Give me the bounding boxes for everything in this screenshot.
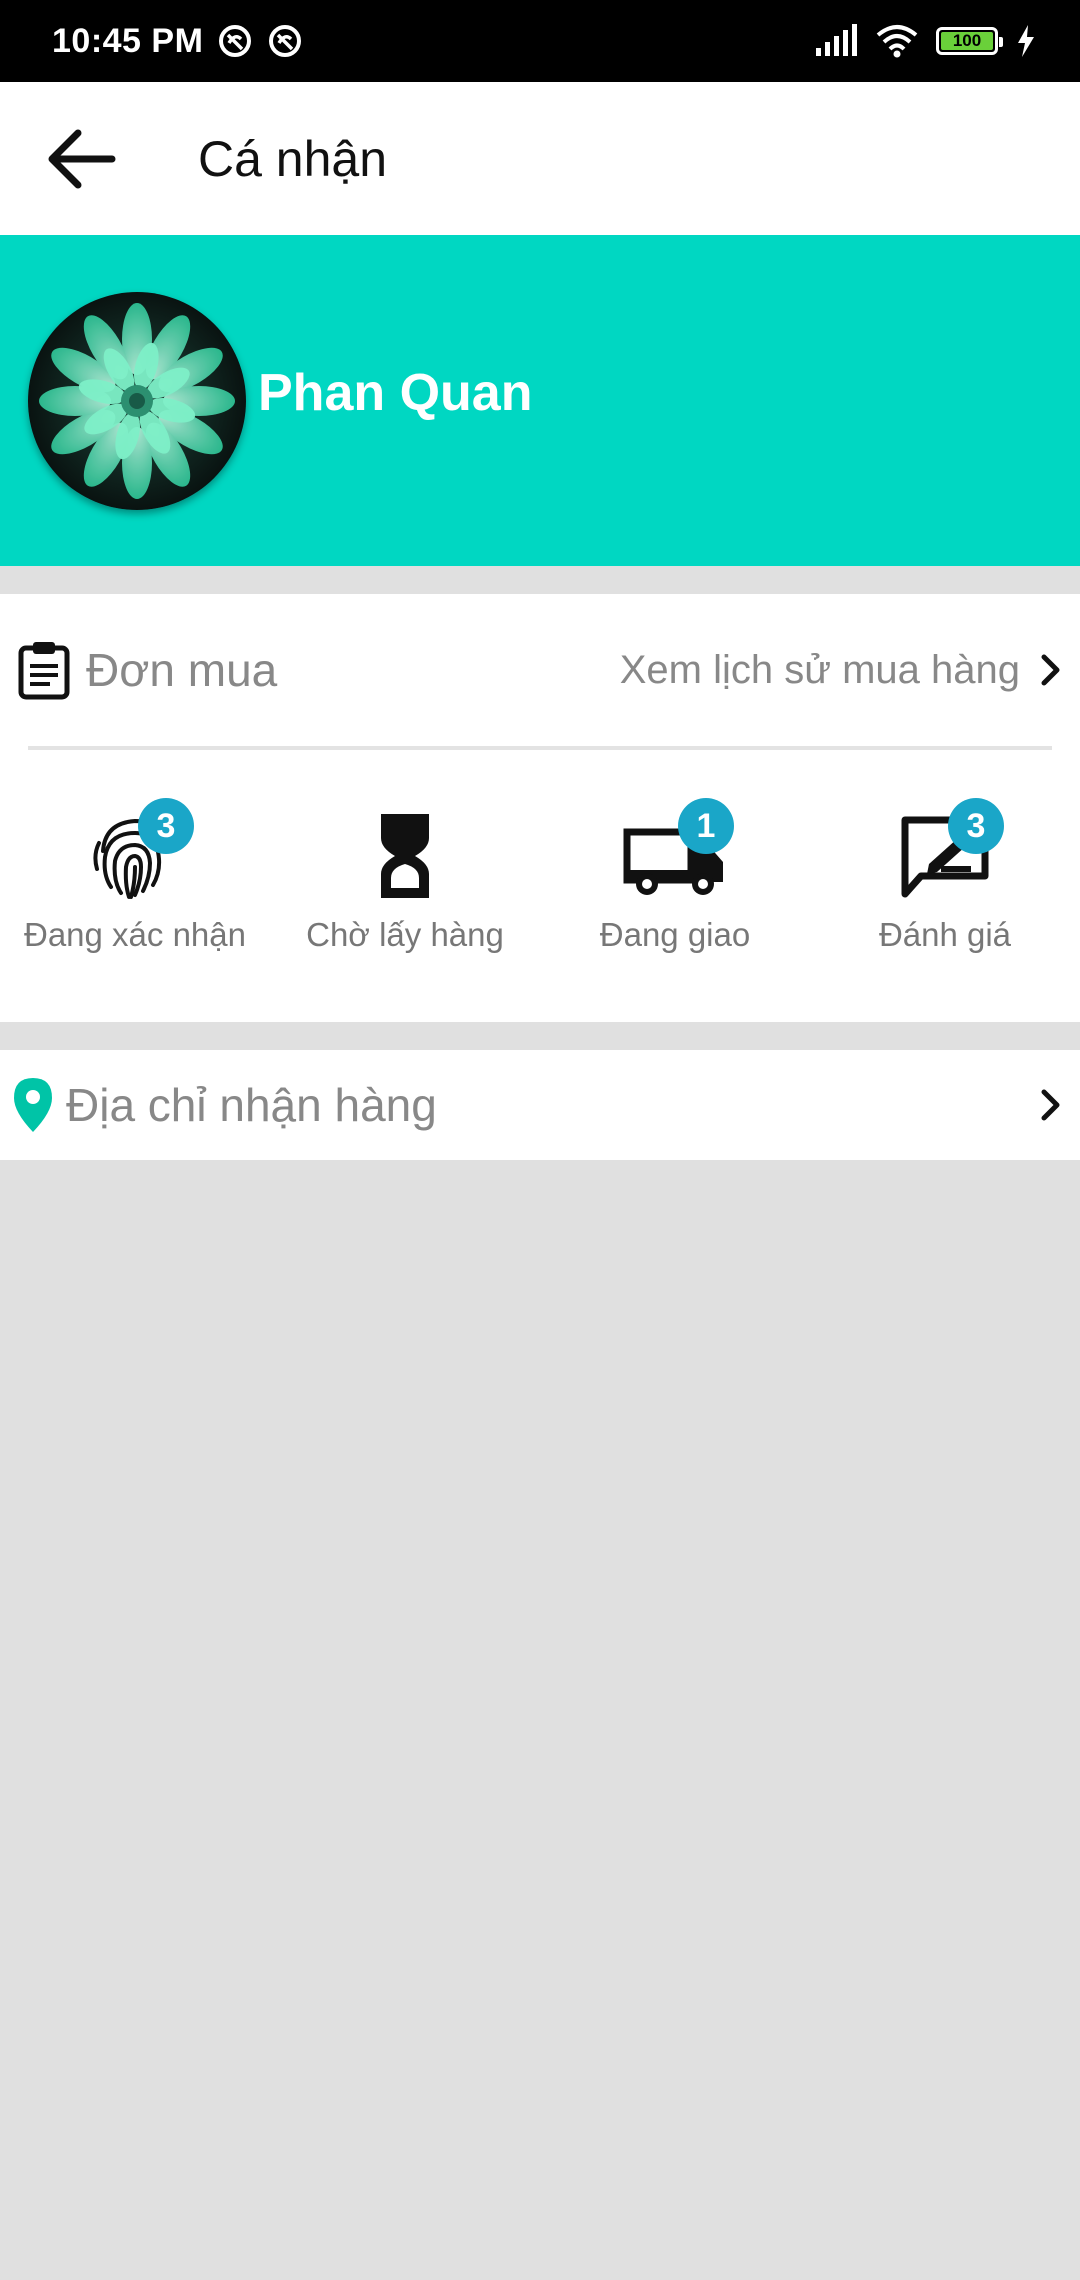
order-status-label: Đang xác nhận xyxy=(24,916,246,953)
signal-icon xyxy=(816,24,857,56)
status-badge: 1 xyxy=(678,798,734,854)
app-bar: Cá nhận xyxy=(0,82,1080,235)
orders-title: Đơn mua xyxy=(86,644,278,696)
orders-card: Đơn mua Xem lịch sử mua hàng 3 Đang xác … xyxy=(0,594,1080,1022)
avatar[interactable] xyxy=(28,291,246,510)
wifi-icon xyxy=(876,25,918,58)
status-time: 10:45 PM xyxy=(52,21,204,60)
purchase-history-link[interactable]: Xem lịch sử mua hàng xyxy=(620,648,1062,693)
charging-icon xyxy=(1018,25,1034,57)
avatar-image xyxy=(28,291,246,510)
status-badge: 3 xyxy=(948,798,1004,854)
notification-icon xyxy=(269,25,302,57)
clipboard-icon xyxy=(18,642,70,700)
order-status-waiting-pickup[interactable]: Chờ lấy hàng xyxy=(270,806,540,1022)
location-pin-icon xyxy=(14,1078,52,1132)
arrow-left-icon xyxy=(48,129,116,188)
order-status-row: 3 Đang xác nhận Chờ lấy hàng 1 Đang giao… xyxy=(0,750,1080,1022)
orders-header[interactable]: Đơn mua Xem lịch sử mua hàng xyxy=(0,594,1080,746)
status-bar: 10:45 PM 100 xyxy=(0,0,1080,82)
order-status-review[interactable]: 3 Đánh giá xyxy=(810,798,1080,1022)
order-status-label: Đang giao xyxy=(599,916,751,953)
status-badge: 3 xyxy=(138,798,194,854)
chevron-right-icon xyxy=(1041,1089,1060,1121)
page-title: Cá nhận xyxy=(198,130,388,187)
shipping-address-row[interactable]: Địa chỉ nhận hàng xyxy=(0,1050,1080,1160)
purchase-history-label: Xem lịch sử mua hàng xyxy=(619,647,1020,692)
order-status-label: Đánh giá xyxy=(878,916,1012,953)
hourglass-icon xyxy=(381,814,429,898)
battery-icon: 100 xyxy=(936,27,1003,55)
profile-name: Phan Quan xyxy=(258,363,533,422)
order-status-delivering[interactable]: 1 Đang giao xyxy=(540,798,810,1022)
back-button[interactable] xyxy=(0,82,160,235)
chevron-right-icon xyxy=(1041,654,1060,686)
order-status-confirming[interactable]: 3 Đang xác nhận xyxy=(0,798,270,1022)
profile-banner: Phan Quan xyxy=(0,235,1080,566)
battery-level: 100 xyxy=(941,31,993,50)
notification-icon xyxy=(219,25,252,57)
order-status-label: Chờ lấy hàng xyxy=(306,916,504,953)
shipping-address-label: Địa chỉ nhận hàng xyxy=(66,1079,437,1131)
